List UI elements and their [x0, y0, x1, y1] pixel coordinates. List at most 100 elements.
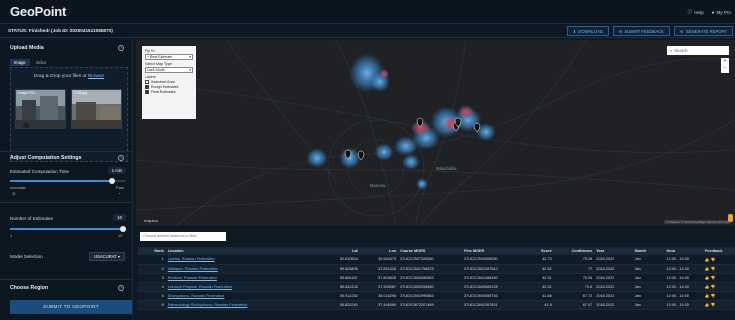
- map-type-select[interactable]: Dark Mode ▾: [145, 67, 193, 73]
- header-feedback: Feedback: [702, 247, 735, 255]
- feedback-thumbs[interactable]: 👍 👎: [702, 264, 735, 274]
- layer-searched-area[interactable]: Searched Area: [145, 80, 193, 84]
- model-select[interactable]: USACURAT ▾: [89, 252, 125, 261]
- model-value: USACURAT: [94, 254, 117, 259]
- location-link[interactable]: Lesnoye Polyane, Russian Federation: [165, 282, 318, 292]
- table-cell: 42.51: [526, 282, 554, 292]
- app-logo[interactable]: GeoPoint: [10, 4, 66, 19]
- map-search-placeholder: Search: [674, 48, 688, 53]
- submit-button[interactable]: SUBMIT TO GEOPOINT: [10, 300, 132, 314]
- header-score[interactable]: Score: [526, 247, 554, 255]
- fly-to-select[interactable]: + Best Estimate ▾: [145, 54, 193, 60]
- map-search[interactable]: ⌕ Search: [667, 46, 729, 55]
- table-row[interactable]: 6 Paleontology Shchyolkovo, Russian Feder…: [138, 300, 735, 310]
- table-cell: 55.842226: [317, 282, 360, 292]
- feedback-thumbs[interactable]: 👍 👎: [702, 291, 735, 301]
- thumbnail-2[interactable]: 1782.jpg: [71, 89, 122, 129]
- divider: [0, 151, 133, 152]
- header-confidence[interactable]: Confidence: [553, 247, 595, 255]
- sidebar: Upload Media ? Image Video Drag & Drop y…: [0, 39, 133, 320]
- estimates-knob[interactable]: [120, 226, 126, 232]
- table-row[interactable]: 2 Valdayev, Russian Federation 55.826806 37…: [138, 264, 735, 274]
- tab-image[interactable]: Image: [10, 59, 30, 66]
- header-hour[interactable]: Hour: [664, 247, 703, 255]
- layer-rough-estimates[interactable]: Rough Estimates: [145, 85, 193, 89]
- feedback-thumbs[interactable]: 👍 👎: [702, 273, 735, 283]
- tab-video[interactable]: Video: [32, 59, 51, 66]
- generate-report-button[interactable]: ⚙ GENERATE REPORT: [673, 26, 733, 36]
- download-label: DOWNLOAD: [578, 28, 603, 34]
- table-cell: 4: [138, 282, 166, 292]
- table-cell: 12:00 - 14:00: [664, 273, 703, 283]
- table-cell: 55.912230: [317, 291, 360, 301]
- map-attribution[interactable]: © Mapbox © OpenStreetMap Improve this ma…: [664, 220, 731, 224]
- map-type-value: Dark Mode: [147, 68, 165, 72]
- pegman-icon[interactable]: [728, 214, 733, 222]
- map-view[interactable]: Fly To + Best Estimate ▾ Select Map Type …: [136, 40, 735, 226]
- header-fine-mgrs[interactable]: Fine MGRS: [462, 247, 526, 255]
- table-cell: 3: [138, 273, 166, 283]
- table-row[interactable]: 3 Reutovo, Russian Federation 55.806187 37.…: [138, 273, 735, 283]
- help-link[interactable]: ⓘ Help: [688, 9, 704, 15]
- checkbox-rough-estimates[interactable]: [145, 85, 149, 89]
- table-body: 1 Lipetsk, Russian Federation 52.610634 39.…: [138, 255, 735, 310]
- account-label: My Pro: [716, 9, 731, 15]
- table-row[interactable]: 5 Shchyolkovo, Russian Federation 55.91223…: [138, 291, 735, 301]
- account-link[interactable]: ● My Pro: [712, 9, 731, 15]
- upload-help-icon[interactable]: ?: [118, 45, 124, 51]
- table-row[interactable]: 1 Lipetsk, Russian Federation 52.610634 39.…: [138, 255, 735, 265]
- table-cell: 2018-2022: [594, 273, 633, 283]
- header-rank[interactable]: Rank: [138, 247, 166, 255]
- location-link[interactable]: Shchyolkovo, Russian Federation: [165, 291, 318, 301]
- header-lat[interactable]: Lat: [317, 247, 360, 255]
- browse-link[interactable]: Browse: [88, 74, 104, 79]
- estimates-value: 10: [113, 214, 126, 221]
- thumbnail-2-label: 1782.jpg: [74, 91, 88, 95]
- location-link[interactable]: Reutovo, Russian Federation: [165, 273, 318, 283]
- dropzone-text: Drag & Drop your files or Browse: [11, 74, 127, 79]
- zoom-out-button[interactable]: −: [721, 65, 729, 72]
- layers-label: Layers: [145, 75, 156, 79]
- checkbox-final-estimates[interactable]: [145, 90, 149, 94]
- table-cell: 5: [138, 291, 166, 301]
- action-buttons: ⬇ DOWNLOAD ✉ SUBMIT FEEDBACK ⚙ GENERATE REP…: [566, 26, 733, 36]
- location-link[interactable]: Lipetsk, Russian Federation: [165, 255, 318, 265]
- table-cell: 67.57: [553, 300, 595, 310]
- results-table: Rank Location Lat Lon Coarse MGRS Fine M…: [138, 247, 735, 320]
- dropzone[interactable]: Drag & Drop your files or Browse image17…: [10, 67, 128, 162]
- header-lon[interactable]: Lon: [359, 247, 399, 255]
- layer-final-estimates[interactable]: Final Estimates: [145, 90, 193, 94]
- table-cell: 12:00 - 14:00: [664, 291, 703, 301]
- thumbnail-1[interactable]: image1794...: [15, 89, 66, 129]
- feedback-thumbs[interactable]: 👍 👎: [702, 255, 735, 265]
- settings-help-icon[interactable]: ?: [118, 155, 124, 161]
- model-label: Model Selection: [10, 254, 43, 259]
- feedback-thumbs[interactable]: 👍 👎: [702, 300, 735, 310]
- region-help-icon[interactable]: ?: [118, 285, 124, 291]
- table-cell: 55.806187: [317, 273, 360, 283]
- table-row[interactable]: 4 Lesnoye Polyane, Russian Federation 55.8…: [138, 282, 735, 292]
- zoom-in-button[interactable]: +: [721, 58, 729, 65]
- chevron-down-icon: ▾: [189, 68, 191, 72]
- header-location[interactable]: Location: [165, 247, 318, 255]
- location-link[interactable]: Paleontology Shchyolkovo, Russian Federa…: [165, 300, 318, 310]
- table-cell: 2018-2022: [594, 300, 633, 310]
- table-cell: 2: [138, 264, 166, 274]
- estimates-slider[interactable]: [10, 226, 126, 232]
- generate-report-label: GENERATE REPORT: [685, 28, 727, 34]
- thumbnail-2-image: [72, 90, 121, 128]
- table-cell: 12:00 - 14:00: [664, 282, 703, 292]
- checkbox-searched-area[interactable]: [145, 80, 149, 84]
- table-cell: 67.72: [553, 291, 595, 301]
- computation-time-slider[interactable]: [10, 178, 126, 184]
- header-month[interactable]: Month: [632, 247, 665, 255]
- table-cell: 37.805828: [359, 273, 399, 283]
- feedback-thumbs[interactable]: 👍 👎: [702, 282, 735, 292]
- header-year[interactable]: Year: [594, 247, 633, 255]
- computation-time-knob[interactable]: [109, 178, 116, 184]
- download-button[interactable]: ⬇ DOWNLOAD: [566, 26, 609, 36]
- submit-feedback-button[interactable]: ✉ SUBMIT FEEDBACK: [612, 26, 670, 36]
- location-link[interactable]: Valdayev, Russian Federation: [165, 264, 318, 274]
- header-coarse-mgrs[interactable]: Coarse MGRS: [398, 247, 463, 255]
- filter-input[interactable]: Choose desired features to filter: [140, 232, 226, 241]
